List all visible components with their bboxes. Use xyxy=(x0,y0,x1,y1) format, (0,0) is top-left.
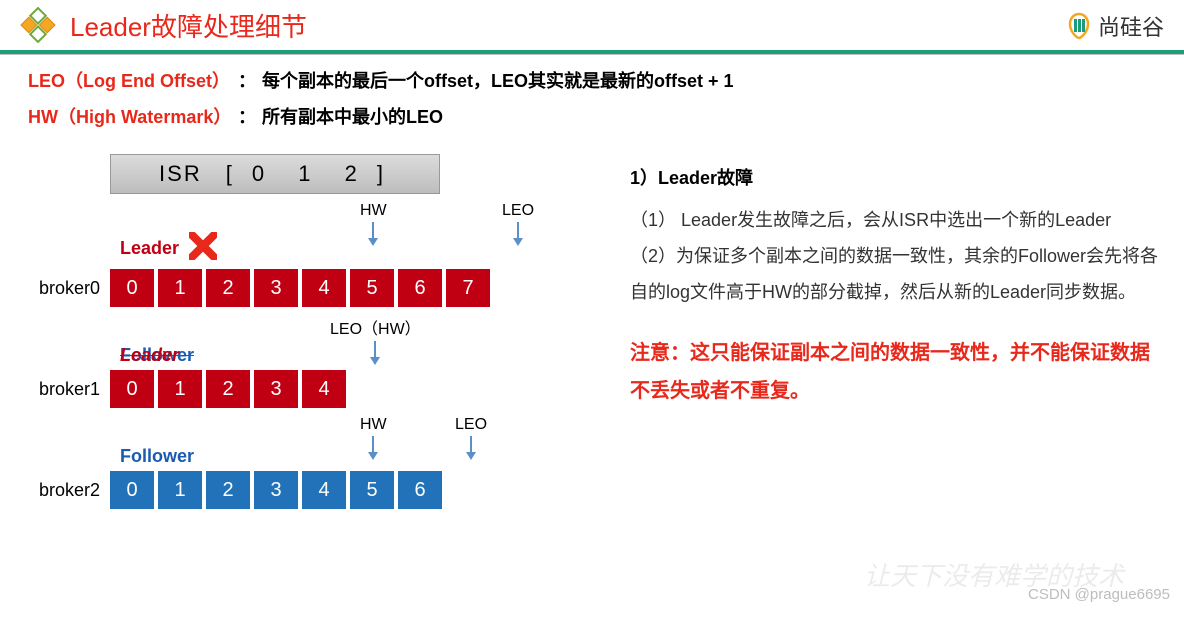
offset-cell: 0 xyxy=(110,370,154,408)
role-overlay-text: Leader xyxy=(120,345,179,366)
offset-cell: 6 xyxy=(398,471,442,509)
hw-definition: HW（High Watermark） ： 所有副本中最小的LEO xyxy=(28,100,1160,134)
brand-text: 尚硅谷 xyxy=(1098,10,1164,42)
offset-cell: 3 xyxy=(254,370,298,408)
broker-name: broker0 xyxy=(20,278,100,299)
section-heading: 1）Leader故障 xyxy=(630,164,1164,190)
arrow-down-icon xyxy=(455,436,487,462)
definitions: LEO（Log End Offset） ： 每个副本的最后一个offset，LE… xyxy=(0,54,1184,140)
offset-cell: 3 xyxy=(254,471,298,509)
hw-marker-label: HW xyxy=(360,202,387,219)
leo-marker: LEO xyxy=(502,202,534,248)
offset-cell: 7 xyxy=(446,269,490,307)
colon: ： xyxy=(238,100,256,134)
offset-cells: 0 1 2 3 4 xyxy=(110,370,350,408)
role-label: Follower Leader xyxy=(120,345,600,366)
offset-cell: 1 xyxy=(158,269,202,307)
paragraph-2: （2）为保证多个副本之间的数据一致性，其余的Follower会先将各自的log文… xyxy=(630,238,1164,310)
offset-cells: 0 1 2 3 4 5 6 xyxy=(110,471,446,509)
offset-cell: 4 xyxy=(302,471,346,509)
hw-desc: 所有副本中最小的LEO xyxy=(262,100,443,134)
offset-cell: 2 xyxy=(206,370,250,408)
role-text: Leader xyxy=(120,238,179,259)
isr-id: 1 xyxy=(298,161,312,186)
isr-id: 0 xyxy=(252,161,266,186)
offset-cell: 4 xyxy=(302,269,346,307)
arrow-down-icon xyxy=(502,222,534,248)
offset-cell: 5 xyxy=(350,269,394,307)
header-bar: Leader故障处理细节 尚硅谷 xyxy=(0,0,1184,50)
leo-marker-label: LEO xyxy=(455,416,487,433)
explanation-panel: 1）Leader故障 （1） Leader发生故障之后，会从ISR中选出一个新的… xyxy=(600,154,1164,509)
offset-cell: 3 xyxy=(254,269,298,307)
diamond-logo-icon xyxy=(20,7,56,43)
leo-definition: LEO（Log End Offset） ： 每个副本的最后一个offset，LE… xyxy=(28,64,1160,98)
offset-cell: 6 xyxy=(398,269,442,307)
leo-term: LEO（Log End Offset） xyxy=(28,64,238,98)
isr-close-bracket: ] xyxy=(377,161,385,187)
colon: ： xyxy=(238,64,256,98)
broker-name: broker1 xyxy=(20,379,100,400)
broker-name: broker2 xyxy=(20,480,100,501)
role-text: Follower xyxy=(120,446,194,467)
hw-marker: HW xyxy=(360,202,387,248)
offset-cells: 0 1 2 3 4 5 6 7 xyxy=(110,269,494,307)
hw-marker: HW xyxy=(360,416,387,462)
arrow-down-icon xyxy=(360,222,387,248)
diagram-area: ISR [ 0 1 2 ] HW LEO Leader xyxy=(20,154,600,509)
leo-marker-label: LEO xyxy=(502,202,534,219)
offset-cell: 4 xyxy=(302,370,346,408)
offset-cell: 0 xyxy=(110,471,154,509)
isr-id: 2 xyxy=(345,161,359,186)
offset-cell: 0 xyxy=(110,269,154,307)
hw-marker-label: HW xyxy=(360,416,387,433)
arrow-down-icon xyxy=(360,436,387,462)
brand-icon xyxy=(1064,11,1094,41)
watermark-csdn: CSDN @prague6695 xyxy=(1028,586,1170,603)
isr-label: ISR xyxy=(159,161,202,187)
offset-cell: 2 xyxy=(206,269,250,307)
offset-cell: 2 xyxy=(206,471,250,509)
page-title: Leader故障处理细节 xyxy=(70,7,307,44)
brand-area: 尚硅谷 xyxy=(1064,10,1164,42)
isr-box: ISR [ 0 1 2 ] xyxy=(110,154,440,194)
warning-note: 注意：这只能保证副本之间的数据一致性，并不能保证数据不丢失或者不重复。 xyxy=(630,334,1164,410)
offset-cell: 5 xyxy=(350,471,394,509)
leo-marker: LEO xyxy=(455,416,487,462)
leo-hw-marker-label: LEO（HW） xyxy=(330,321,421,338)
paragraph-1: （1） Leader发生故障之后，会从ISR中选出一个新的Leader xyxy=(630,202,1164,238)
isr-open-bracket: [ xyxy=(226,161,234,187)
offset-cell: 1 xyxy=(158,370,202,408)
hw-term: HW（High Watermark） xyxy=(28,100,238,134)
isr-ids: 0 1 2 xyxy=(240,161,371,187)
cross-icon xyxy=(189,232,217,265)
leo-desc: 每个副本的最后一个offset，LEO其实就是最新的offset + 1 xyxy=(262,64,734,98)
offset-cell: 1 xyxy=(158,471,202,509)
